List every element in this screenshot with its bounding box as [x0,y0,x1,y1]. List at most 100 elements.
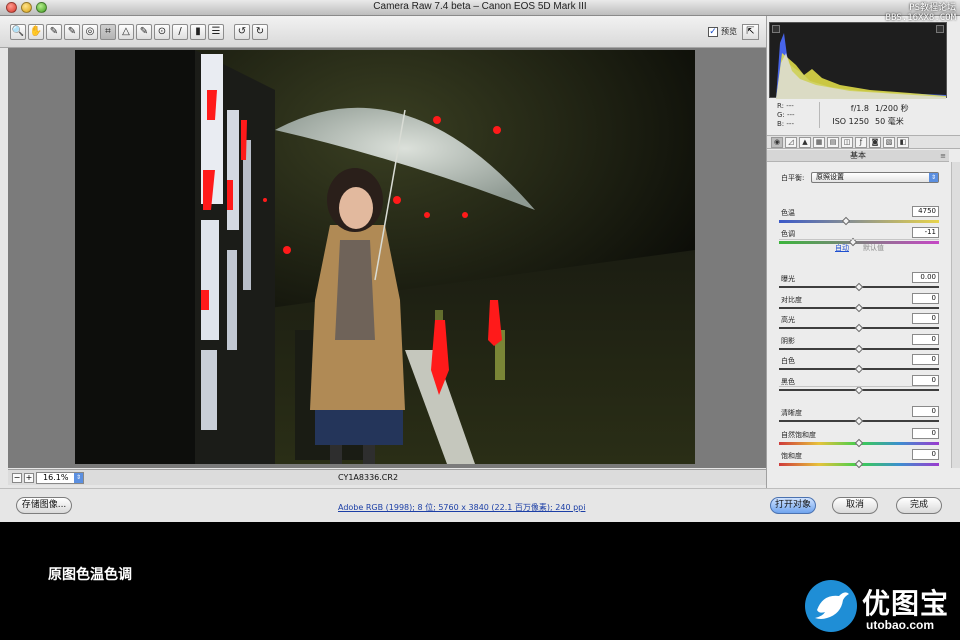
image-caption: 原图色温色调 [48,567,132,583]
photo-preview[interactable] [75,50,695,464]
iso-value: ISO 1250 [832,117,869,126]
zoom-tool-button[interactable]: 🔍 [10,24,26,40]
panel-scrollbar[interactable] [951,162,960,468]
auto-tone-link[interactable]: 自动 [835,243,849,253]
red-readout: R: --- [777,102,794,110]
preferences-tool-button[interactable]: ☰ [208,24,224,40]
shadows-value-field[interactable]: 0 [912,334,939,345]
rotate-right-tool-button[interactable]: ↻ [252,24,268,40]
panel-title: 基本 [767,150,949,162]
shadows-label: 阴影 [781,337,795,345]
zoom-out-button[interactable]: − [12,473,22,483]
tab-basic-icon[interactable]: ◉ [771,137,783,148]
image-canvas[interactable] [8,48,766,468]
highlight-clipping-warning-icon[interactable] [936,25,944,33]
rgb-readout: R: --- G: --- B: --- [777,102,795,129]
save-image-button[interactable]: 存储图像... [16,497,72,514]
green-readout: G: --- [777,111,795,119]
graduated-filter-tool-button[interactable]: ▮ [190,24,206,40]
temperature-slider-track[interactable] [779,220,939,223]
vibrance-value-field[interactable]: 0 [912,428,939,439]
whites-slider-thumb[interactable] [854,364,864,374]
tab-detail-icon[interactable]: ▲ [799,137,811,148]
temperature-value-field[interactable]: 4750 [912,206,939,217]
contrast-value-field[interactable]: 0 [912,293,939,304]
highlights-value-field[interactable]: 0 [912,313,939,324]
contrast-slider-thumb[interactable] [854,303,864,313]
shutter-value: 1/200 秒 [875,104,909,113]
open-object-button[interactable]: 打开对象 [770,497,816,514]
tab-effects-icon[interactable]: ƒ [855,137,867,148]
workflow-options-link[interactable]: Adobe RGB (1998); 8 位; 5760 x 3840 (22.1… [338,502,585,513]
exposure-slider-thumb[interactable] [854,282,864,292]
whites-value-field[interactable]: 0 [912,354,939,365]
tab-camera-calibration-icon[interactable]: ◙ [869,137,881,148]
hand-tool-button[interactable]: ✋ [28,24,44,40]
panel-menu-icon[interactable]: ≡ [940,152,946,160]
zoom-level-select[interactable]: 16.1% ⇕ [36,472,84,484]
tab-presets-icon[interactable]: ▧ [883,137,895,148]
blacks-slider-thumb[interactable] [854,385,864,395]
white-balance-select[interactable]: 原照设置 ⇕ [811,172,939,183]
histogram [769,22,947,99]
panel-tabs: ◉ ◿ ▲ ▦ ▤ ◫ ƒ ◙ ▧ ◧ [767,135,960,149]
contrast-label: 对比度 [781,296,802,304]
camera-raw-window: Camera Raw 7.4 beta – Canon EOS 5D Mark … [0,0,960,522]
saturation-label: 饱和度 [781,452,802,460]
adjustment-brush-tool-button[interactable]: / [172,24,188,40]
tint-slider-track[interactable] [779,241,939,244]
cancel-button[interactable]: 取消 [832,497,878,514]
readout-divider [819,102,820,128]
tab-hsl-icon[interactable]: ▦ [813,137,825,148]
exposure-value-field[interactable]: 0.00 [912,272,939,283]
clarity-value-field[interactable]: 0 [912,406,939,417]
chevron-updown-icon: ⇕ [929,173,938,182]
tab-tone-curve-icon[interactable]: ◿ [785,137,797,148]
tab-lens-corrections-icon[interactable]: ◫ [841,137,853,148]
targeted-adjustment-tool-button[interactable]: ◎ [82,24,98,40]
site-watermark-line2: BBS.16XX8.COM [885,13,956,23]
temperature-label: 色温 [781,209,795,217]
tint-value-field[interactable]: -11 [912,227,939,238]
crop-tool-button[interactable]: ⌗ [100,24,116,40]
zoom-in-button[interactable]: + [24,473,34,483]
blacks-value-field[interactable]: 0 [912,375,939,386]
preview-checkbox[interactable]: ✓ [708,27,718,37]
temperature-slider-thumb[interactable] [841,216,851,226]
shadow-clipping-warning-icon[interactable] [772,25,780,33]
exposure-label: 曝光 [781,275,795,283]
color-sampler-tool-button[interactable]: ✎ [64,24,80,40]
adjustment-panel: R: --- G: --- B: --- f/1.8 1/200 秒 ISO 12… [766,16,960,488]
rotate-left-tool-button[interactable]: ↺ [234,24,250,40]
highlights-slider-thumb[interactable] [854,323,864,333]
saturation-slider-thumb[interactable] [854,459,864,469]
preview-label: 预览 [721,27,737,36]
bottom-bar: 存储图像... Adobe RGB (1998); 8 位; 5760 x 38… [0,488,960,522]
window-title: Camera Raw 7.4 beta – Canon EOS 5D Mark … [373,1,587,12]
blue-readout: B: --- [777,120,794,128]
vibrance-slider-thumb[interactable] [854,438,864,448]
straighten-tool-button[interactable]: △ [118,24,134,40]
histogram-graph [776,33,946,99]
chevron-updown-icon: ⇕ [74,473,83,483]
image-status-bar: − + 16.1% ⇕ CY1A8336.CR2 [8,469,766,485]
tab-snapshots-icon[interactable]: ◧ [897,137,909,148]
default-tone-link[interactable]: 默认值 [863,243,884,253]
file-name: CY1A8336.CR2 [338,473,399,482]
tab-split-toning-icon[interactable]: ▤ [827,137,839,148]
saturation-value-field[interactable]: 0 [912,449,939,460]
fullscreen-toggle-button[interactable]: ⇱ [742,24,759,40]
bird-logo-icon [805,580,857,632]
white-balance-tool-button[interactable]: ✎ [46,24,62,40]
red-eye-tool-button[interactable]: ⊙ [154,24,170,40]
site-watermark: PS教程论坛 BBS.16XX8.COM [886,3,956,23]
exif-info: f/1.8 1/200 秒 ISO 1250 50 毫米 [829,102,909,128]
done-button[interactable]: 完成 [896,497,942,514]
clarity-slider-thumb[interactable] [854,416,864,426]
tint-label: 色调 [781,230,795,238]
caption-area: 原图色温色调 优图宝 utobao.com [0,522,960,640]
brand-url: utobao.com [866,618,934,632]
divider [779,386,939,387]
shadows-slider-thumb[interactable] [854,344,864,354]
spot-removal-tool-button[interactable]: ✎ [136,24,152,40]
